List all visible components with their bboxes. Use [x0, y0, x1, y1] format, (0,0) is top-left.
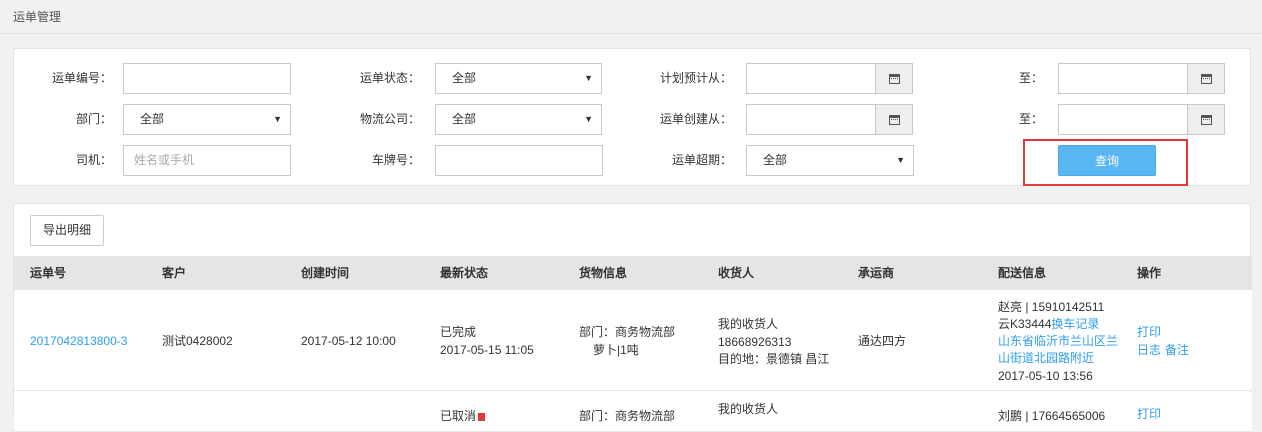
list-panel: 导出明细 运单号 客户 创建时间 最新状态 货物信息 收货人 承运商 配送信息 … — [13, 203, 1252, 432]
logistics-value: 全部 — [452, 112, 477, 126]
column-header: 配送信息 — [998, 266, 1047, 280]
receiver-dest-cell: 目的地：景德镇 昌江 — [718, 352, 830, 366]
query-button[interactable]: 查询 — [1058, 145, 1156, 176]
flag-icon — [478, 413, 486, 421]
delivery-time-cell: 2017-05-10 13:56 — [998, 369, 1093, 383]
column-header: 操作 — [1137, 266, 1162, 280]
overdue-value: 全部 — [763, 153, 788, 167]
delivery-plate-line: 云K33444换车记录 — [998, 315, 1099, 333]
plan-from-label: 计划预计从： — [659, 71, 732, 85]
plan-to-label: 至： — [1018, 71, 1043, 85]
waybill-status-value: 全部 — [452, 71, 477, 85]
chevron-down-icon: ▼ — [273, 114, 282, 124]
logistics-label: 物流公司： — [359, 112, 420, 126]
goods-item-cell: 萝卜|1吨 — [593, 343, 639, 357]
customer-cell: 测试0428002 — [162, 334, 233, 348]
calendar-icon[interactable] — [1187, 105, 1224, 134]
waybill-no-input[interactable] — [123, 63, 291, 94]
status-cell: 已取消 — [440, 407, 486, 425]
dept-label: 部门： — [75, 112, 112, 126]
note-link[interactable]: 备注 — [1165, 341, 1189, 359]
overdue-select[interactable]: 全部 ▼ — [746, 145, 914, 176]
filter-panel: 运单编号： 运单状态： 全部 ▼ 计划预计从： 至： 部门： 全部 ▼ 物流公司… — [13, 48, 1251, 186]
plan-from-date-input[interactable] — [746, 63, 913, 94]
waybill-number-link[interactable]: 2017042813800-3 — [30, 332, 127, 350]
plan-to-date-input[interactable] — [1058, 63, 1225, 94]
overdue-label: 运单超期： — [671, 153, 732, 167]
driver-input[interactable]: 姓名或手机 — [123, 145, 291, 176]
delivery-plate: 云K33444 — [998, 317, 1052, 331]
delivery-location-line1[interactable]: 山东省临沂市兰山区兰 — [998, 332, 1118, 350]
plate-input[interactable] — [435, 145, 603, 176]
chevron-down-icon: ▼ — [584, 73, 593, 83]
delivery-driver-cell: 赵亮 | 15910142511 — [998, 300, 1105, 314]
receiver-name-cell: 我的收货人 — [718, 317, 779, 331]
breadcrumb: 运单管理 — [0, 0, 1262, 34]
dept-select[interactable]: 全部 ▼ — [123, 104, 291, 135]
column-header: 收货人 — [718, 266, 755, 280]
column-header: 承运商 — [858, 266, 895, 280]
driver-label: 司机： — [75, 153, 112, 167]
column-header: 最新状态 — [440, 266, 489, 280]
column-header: 创建时间 — [301, 266, 350, 280]
created-time-cell: 2017-05-12 10:00 — [301, 334, 396, 348]
waybill-status-label: 运单状态： — [359, 71, 420, 85]
chevron-down-icon: ▼ — [896, 155, 905, 165]
delivery-location-line2[interactable]: 山街道北园路附近 — [998, 349, 1094, 367]
status-time-cell: 2017-05-15 11:05 — [440, 343, 534, 357]
carrier-cell: 通达四方 — [858, 334, 907, 348]
receiver-name-cell: 我的收货人 — [718, 402, 779, 416]
calendar-icon[interactable] — [875, 105, 912, 134]
waybill-no-label: 运单编号： — [51, 71, 112, 85]
table-row: 2017042813800-3 测试0428002 2017-05-12 10:… — [14, 290, 1252, 391]
delivery-driver-cell: 刘鹏 | 17664565006 — [998, 409, 1106, 423]
create-from-date-input[interactable] — [746, 104, 913, 135]
status-text: 已取消 — [440, 409, 477, 423]
plate-label: 车牌号： — [371, 153, 420, 167]
table-header: 运单号 客户 创建时间 最新状态 货物信息 收货人 承运商 配送信息 操作 — [14, 256, 1252, 290]
goods-dept-cell: 部门：商务物流部 — [579, 325, 676, 339]
log-link[interactable]: 日志 — [1137, 341, 1161, 359]
print-link[interactable]: 打印 — [1137, 323, 1161, 341]
create-to-date-input[interactable] — [1058, 104, 1225, 135]
status-cell: 已完成 — [440, 325, 477, 339]
logistics-select[interactable]: 全部 ▼ — [435, 104, 602, 135]
create-from-label: 运单创建从： — [659, 112, 732, 126]
print-link[interactable]: 打印 — [1137, 405, 1161, 423]
change-record-link[interactable]: 换车记录 — [1051, 317, 1099, 331]
dept-value: 全部 — [140, 112, 165, 126]
receiver-phone-cell: 18668926313 — [718, 335, 792, 349]
create-to-label: 至： — [1018, 112, 1043, 126]
calendar-icon[interactable] — [1187, 64, 1224, 93]
column-header: 客户 — [162, 266, 187, 280]
calendar-icon[interactable] — [875, 64, 912, 93]
goods-dept-cell: 部门：商务物流部 — [579, 409, 676, 423]
export-detail-button[interactable]: 导出明细 — [30, 215, 104, 246]
column-header: 货物信息 — [579, 266, 628, 280]
waybill-status-select[interactable]: 全部 ▼ — [435, 63, 602, 94]
table-row: 已取消 部门：商务物流部 我的收货人 刘鹏 | 17664565006 打印 — [14, 392, 1252, 432]
column-header: 运单号 — [30, 266, 67, 280]
chevron-down-icon: ▼ — [584, 114, 593, 124]
